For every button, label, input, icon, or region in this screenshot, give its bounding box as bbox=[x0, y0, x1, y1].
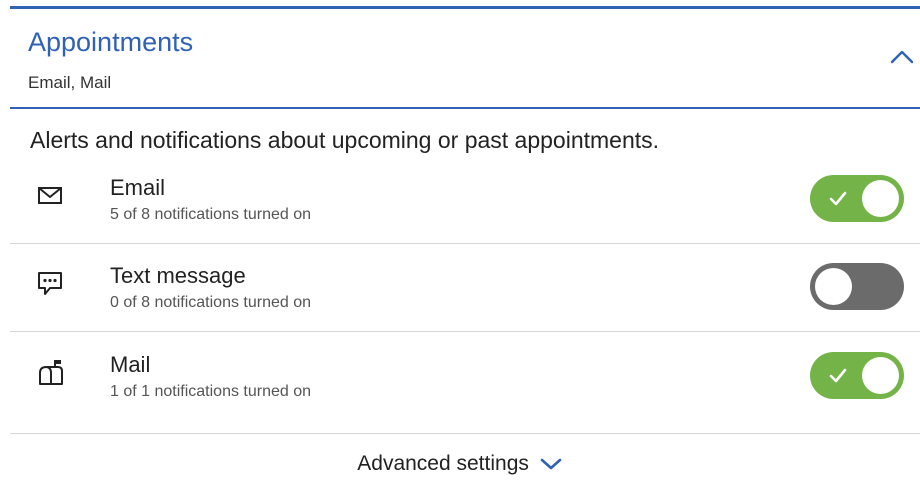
advanced-settings-button[interactable]: Advanced settings bbox=[0, 452, 920, 476]
channel-label: Email bbox=[110, 175, 166, 200]
channel-status: 1 of 1 notifications turned on bbox=[110, 383, 312, 400]
section-header-border bbox=[10, 107, 920, 109]
channel-row-email: Email 5 of 8 notifications turned on bbox=[10, 155, 920, 244]
mail-toggle[interactable] bbox=[810, 352, 904, 399]
mailbox-icon bbox=[39, 360, 63, 385]
channel-label: Mail bbox=[110, 352, 151, 377]
channel-row-mail: Mail 1 of 1 notifications turned on bbox=[10, 332, 920, 421]
chevron-up-icon[interactable] bbox=[888, 47, 916, 67]
toggle-knob bbox=[862, 357, 899, 394]
channel-status: 0 of 8 notifications turned on bbox=[110, 294, 312, 311]
email-toggle[interactable] bbox=[810, 175, 904, 222]
section-description: Alerts and notifications about upcoming … bbox=[30, 127, 660, 153]
channel-row-text-message: Text message 0 of 8 notifications turned… bbox=[10, 243, 920, 332]
toggle-knob bbox=[815, 268, 852, 305]
text-message-toggle[interactable] bbox=[810, 263, 904, 310]
checkmark-icon bbox=[829, 191, 847, 206]
chat-bubble-icon bbox=[38, 272, 62, 295]
section-subtitle: Email, Mail bbox=[28, 73, 112, 92]
chevron-down-icon bbox=[540, 459, 562, 470]
envelope-icon bbox=[38, 187, 62, 204]
appointments-section-header[interactable]: Appointments Email, Mail bbox=[10, 9, 920, 109]
section-title: Appointments bbox=[28, 27, 194, 57]
checkmark-icon bbox=[829, 368, 847, 383]
toggle-knob bbox=[862, 180, 899, 217]
channel-status: 5 of 8 notifications turned on bbox=[110, 206, 312, 223]
notification-settings-panel: Appointments Email, Mail Alerts and noti… bbox=[0, 0, 920, 495]
channel-label: Text message bbox=[110, 263, 246, 288]
advanced-settings-label: Advanced settings bbox=[357, 452, 529, 475]
advanced-divider bbox=[10, 433, 920, 434]
